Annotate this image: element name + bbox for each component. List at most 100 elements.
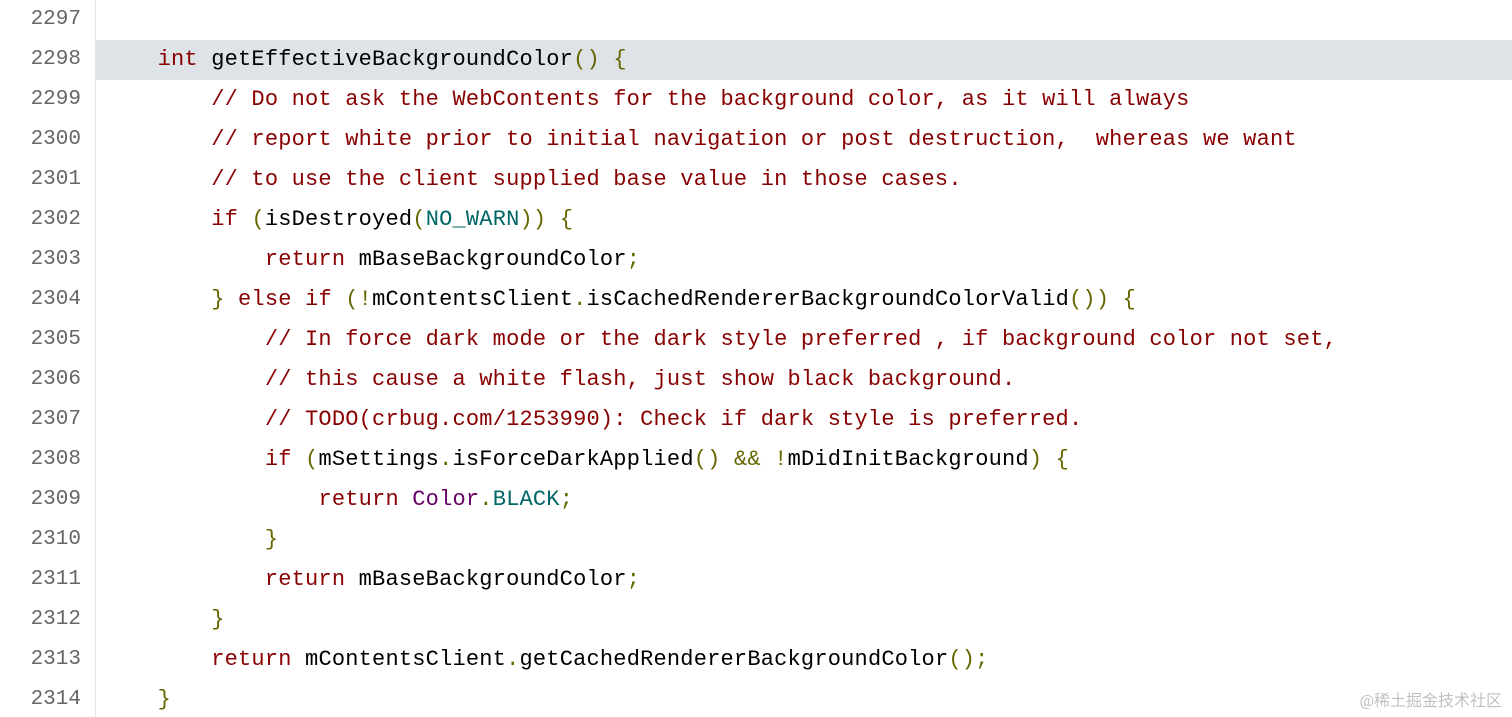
code-token: isForceDarkApplied xyxy=(452,447,693,472)
code-line-2305[interactable]: 2305 // In force dark mode or the dark s… xyxy=(0,320,1512,360)
line-number[interactable]: 2308 xyxy=(0,440,96,480)
line-number[interactable]: 2310 xyxy=(0,520,96,560)
line-number[interactable]: 2305 xyxy=(0,320,96,360)
line-number[interactable]: 2312 xyxy=(0,600,96,640)
code-content[interactable]: return mContentsClient.getCachedRenderer… xyxy=(96,640,1512,680)
code-line-2297[interactable]: 2297 xyxy=(0,0,1512,40)
code-token: () xyxy=(694,447,721,472)
code-token: . xyxy=(439,447,452,472)
code-token: return xyxy=(265,247,345,272)
code-content[interactable]: // to use the client supplied base value… xyxy=(96,160,1512,200)
code-content[interactable]: } else if (!mContentsClient.isCachedRend… xyxy=(96,280,1512,320)
code-token xyxy=(761,447,774,472)
code-content[interactable]: } xyxy=(96,680,1512,717)
line-number[interactable]: 2307 xyxy=(0,400,96,440)
code-token: { xyxy=(560,207,573,232)
code-content[interactable]: // In force dark mode or the dark style … xyxy=(96,320,1512,360)
indent xyxy=(104,487,318,512)
code-line-2309[interactable]: 2309 return Color.BLACK; xyxy=(0,480,1512,520)
code-token xyxy=(721,447,734,472)
code-line-2308[interactable]: 2308 if (mSettings.isForceDarkApplied() … xyxy=(0,440,1512,480)
line-number[interactable]: 2301 xyxy=(0,160,96,200)
code-line-2304[interactable]: 2304 } else if (!mContentsClient.isCache… xyxy=(0,280,1512,320)
code-content[interactable]: // Do not ask the WebContents for the ba… xyxy=(96,80,1512,120)
code-token: mDidInitBackground xyxy=(788,447,1029,472)
code-token xyxy=(292,287,305,312)
code-token xyxy=(332,287,345,312)
code-line-2314[interactable]: 2314 } xyxy=(0,680,1512,717)
code-token: mBaseBackgroundColor xyxy=(345,247,626,272)
code-token: isDestroyed xyxy=(265,207,412,232)
code-token: else xyxy=(238,287,292,312)
indent xyxy=(104,247,265,272)
code-content[interactable]: } xyxy=(96,520,1512,560)
code-viewer[interactable]: 22972298 int getEffectiveBackgroundColor… xyxy=(0,0,1512,717)
code-token xyxy=(238,207,251,232)
code-token: { xyxy=(613,47,626,72)
code-line-2301[interactable]: 2301 // to use the client supplied base … xyxy=(0,160,1512,200)
code-line-2313[interactable]: 2313 return mContentsClient.getCachedRen… xyxy=(0,640,1512,680)
code-line-2298[interactable]: 2298 int getEffectiveBackgroundColor() { xyxy=(0,40,1512,80)
line-number[interactable]: 2304 xyxy=(0,280,96,320)
code-token: // report white prior to initial navigat… xyxy=(211,127,1297,152)
indent xyxy=(104,47,158,72)
line-number[interactable]: 2309 xyxy=(0,480,96,520)
indent xyxy=(104,407,265,432)
code-token: if xyxy=(265,447,292,472)
indent xyxy=(104,567,265,592)
line-number[interactable]: 2299 xyxy=(0,80,96,120)
code-token: . xyxy=(573,287,586,312)
code-token: ! xyxy=(359,287,372,312)
code-token: ; xyxy=(627,567,640,592)
line-number[interactable]: 2302 xyxy=(0,200,96,240)
code-line-2300[interactable]: 2300 // report white prior to initial na… xyxy=(0,120,1512,160)
code-content[interactable]: return Color.BLACK; xyxy=(96,480,1512,520)
code-token: { xyxy=(1123,287,1136,312)
indent xyxy=(104,87,211,112)
code-content[interactable]: // report white prior to initial navigat… xyxy=(96,120,1512,160)
code-token: { xyxy=(1056,447,1069,472)
code-token: ; xyxy=(627,247,640,272)
code-token: return xyxy=(211,647,291,672)
code-content[interactable]: } xyxy=(96,600,1512,640)
code-content[interactable]: int getEffectiveBackgroundColor() { xyxy=(96,40,1512,80)
code-line-2307[interactable]: 2307 // TODO(crbug.com/1253990): Check i… xyxy=(0,400,1512,440)
line-number[interactable]: 2311 xyxy=(0,560,96,600)
code-token xyxy=(399,487,412,512)
code-line-2302[interactable]: 2302 if (isDestroyed(NO_WARN)) { xyxy=(0,200,1512,240)
code-token: ! xyxy=(774,447,787,472)
indent xyxy=(104,687,158,712)
code-token: // to use the client supplied base value… xyxy=(211,167,962,192)
code-token: ( xyxy=(251,207,264,232)
code-content[interactable]: return mBaseBackgroundColor; xyxy=(96,240,1512,280)
code-content[interactable]: if (isDestroyed(NO_WARN)) { xyxy=(96,200,1512,240)
code-token: } xyxy=(265,527,278,552)
code-line-2311[interactable]: 2311 return mBaseBackgroundColor; xyxy=(0,560,1512,600)
code-line-2312[interactable]: 2312 } xyxy=(0,600,1512,640)
line-number[interactable]: 2298 xyxy=(0,40,96,80)
code-token: ( xyxy=(305,447,318,472)
code-token: ; xyxy=(975,647,988,672)
code-content[interactable]: return mBaseBackgroundColor; xyxy=(96,560,1512,600)
code-line-2303[interactable]: 2303 return mBaseBackgroundColor; xyxy=(0,240,1512,280)
code-token: } xyxy=(211,607,224,632)
line-number[interactable]: 2306 xyxy=(0,360,96,400)
code-token: mContentsClient xyxy=(292,647,506,672)
code-token: () xyxy=(573,47,600,72)
code-content[interactable]: // TODO(crbug.com/1253990): Check if dar… xyxy=(96,400,1512,440)
indent xyxy=(104,367,265,392)
code-token: // TODO(crbug.com/1253990): Check if dar… xyxy=(265,407,1083,432)
line-number[interactable]: 2303 xyxy=(0,240,96,280)
line-number[interactable]: 2297 xyxy=(0,0,96,40)
indent xyxy=(104,607,211,632)
code-line-2310[interactable]: 2310 } xyxy=(0,520,1512,560)
line-number[interactable]: 2313 xyxy=(0,640,96,680)
line-number[interactable]: 2314 xyxy=(0,680,96,717)
code-content[interactable]: if (mSettings.isForceDarkApplied() && !m… xyxy=(96,440,1512,480)
code-line-2306[interactable]: 2306 // this cause a white flash, just s… xyxy=(0,360,1512,400)
code-token: } xyxy=(211,287,224,312)
line-number[interactable]: 2300 xyxy=(0,120,96,160)
code-content[interactable]: // this cause a white flash, just show b… xyxy=(96,360,1512,400)
code-token: ( xyxy=(412,207,425,232)
code-line-2299[interactable]: 2299 // Do not ask the WebContents for t… xyxy=(0,80,1512,120)
